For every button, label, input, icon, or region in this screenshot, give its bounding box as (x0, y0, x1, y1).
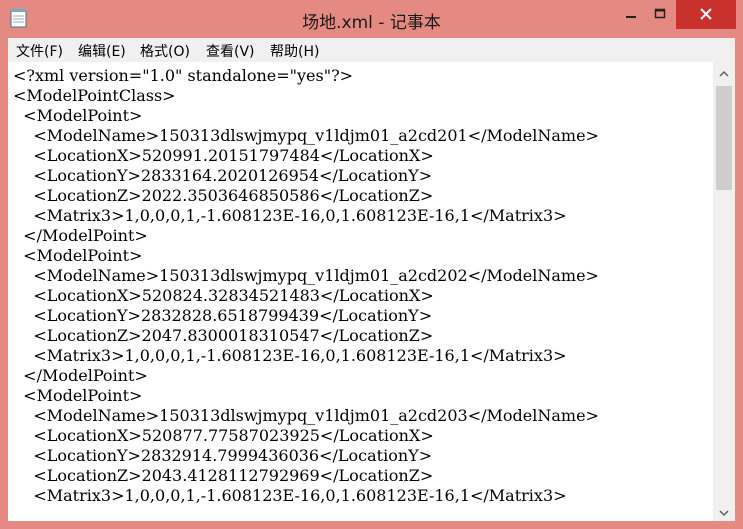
title-bar[interactable]: 场地.xml - 记事本 (0, 0, 743, 36)
editor[interactable]: <?xml version="1.0" standalone="yes"?> <… (8, 62, 735, 521)
vertical-scrollbar[interactable] (713, 62, 735, 521)
text-line: <LocationX>520991.20151797484</LocationX… (13, 146, 434, 165)
menu-view[interactable]: 查看(V) (206, 41, 255, 61)
text-line: <ModelName>150313dlswjmypq_v1ldjm01_a2cd… (13, 266, 599, 285)
text-line: <ModelName>150313dlswjmypq_v1ldjm01_a2cd… (13, 126, 599, 145)
menu-help[interactable]: 帮助(H) (270, 41, 319, 61)
text-line: <Matrix3>1,0,0,0,1,-1.608123E-16,0,1.608… (13, 206, 567, 225)
menu-format[interactable]: 格式(O) (140, 41, 190, 61)
text-line: <ModelName>150313dlswjmypq_v1ldjm01_a2cd… (13, 406, 599, 425)
text-line: </ModelPoint> (13, 226, 148, 245)
text-line: <LocationY>2832828.6518799439</LocationY… (13, 306, 433, 325)
minimize-button[interactable] (616, 0, 646, 29)
scroll-up-button[interactable] (713, 62, 735, 82)
text-line: <LocationX>520877.77587023925</LocationX… (13, 426, 434, 445)
text-line: <LocationZ>2047.8300018310547</LocationZ… (13, 326, 434, 345)
menu-bar: 文件(F) 编辑(E) 格式(O) 查看(V) 帮助(H) (8, 38, 735, 62)
arrow-down-icon (719, 502, 729, 521)
text-line: <?xml version="1.0" standalone="yes"?> (13, 66, 354, 85)
text-line: <ModelPoint> (13, 246, 143, 265)
menu-file[interactable]: 文件(F) (16, 41, 63, 61)
notepad-window: 场地.xml - 记事本 文件(F) 编辑(E) 格式(O) 查看(V) 帮助(… (0, 0, 743, 529)
text-line: <LocationZ>2043.4128112792969</LocationZ… (13, 466, 434, 485)
text-line: <Matrix3>1,0,0,0,1,-1.608123E-16,0,1.608… (13, 346, 567, 365)
text-line: </ModelPoint> (13, 366, 148, 385)
text-line: <LocationY>2832914.7999436036</LocationY… (13, 446, 433, 465)
text-line: <ModelPoint> (13, 386, 143, 405)
text-line: <LocationX>520824.32834521483</LocationX… (13, 286, 434, 305)
close-button[interactable] (676, 0, 736, 29)
maximize-icon (654, 5, 666, 24)
scroll-down-button[interactable] (713, 501, 735, 521)
text-line: <ModelPointClass> (13, 86, 176, 105)
minimize-icon (625, 5, 637, 24)
text-area[interactable]: <?xml version="1.0" standalone="yes"?> <… (8, 62, 713, 521)
text-line: <Matrix3>1,0,0,0,1,-1.608123E-16,0,1.608… (13, 486, 567, 505)
scrollbar-thumb[interactable] (716, 86, 732, 190)
menu-edit[interactable]: 编辑(E) (78, 41, 126, 61)
text-line: <LocationZ>2022.3503646850586</LocationZ… (13, 186, 434, 205)
maximize-button[interactable] (646, 0, 674, 29)
arrow-up-icon (719, 63, 729, 82)
text-line: <ModelPoint> (13, 106, 143, 125)
text-line: <LocationY>2833164.2020126954</LocationY… (13, 166, 433, 185)
close-icon (700, 5, 712, 24)
